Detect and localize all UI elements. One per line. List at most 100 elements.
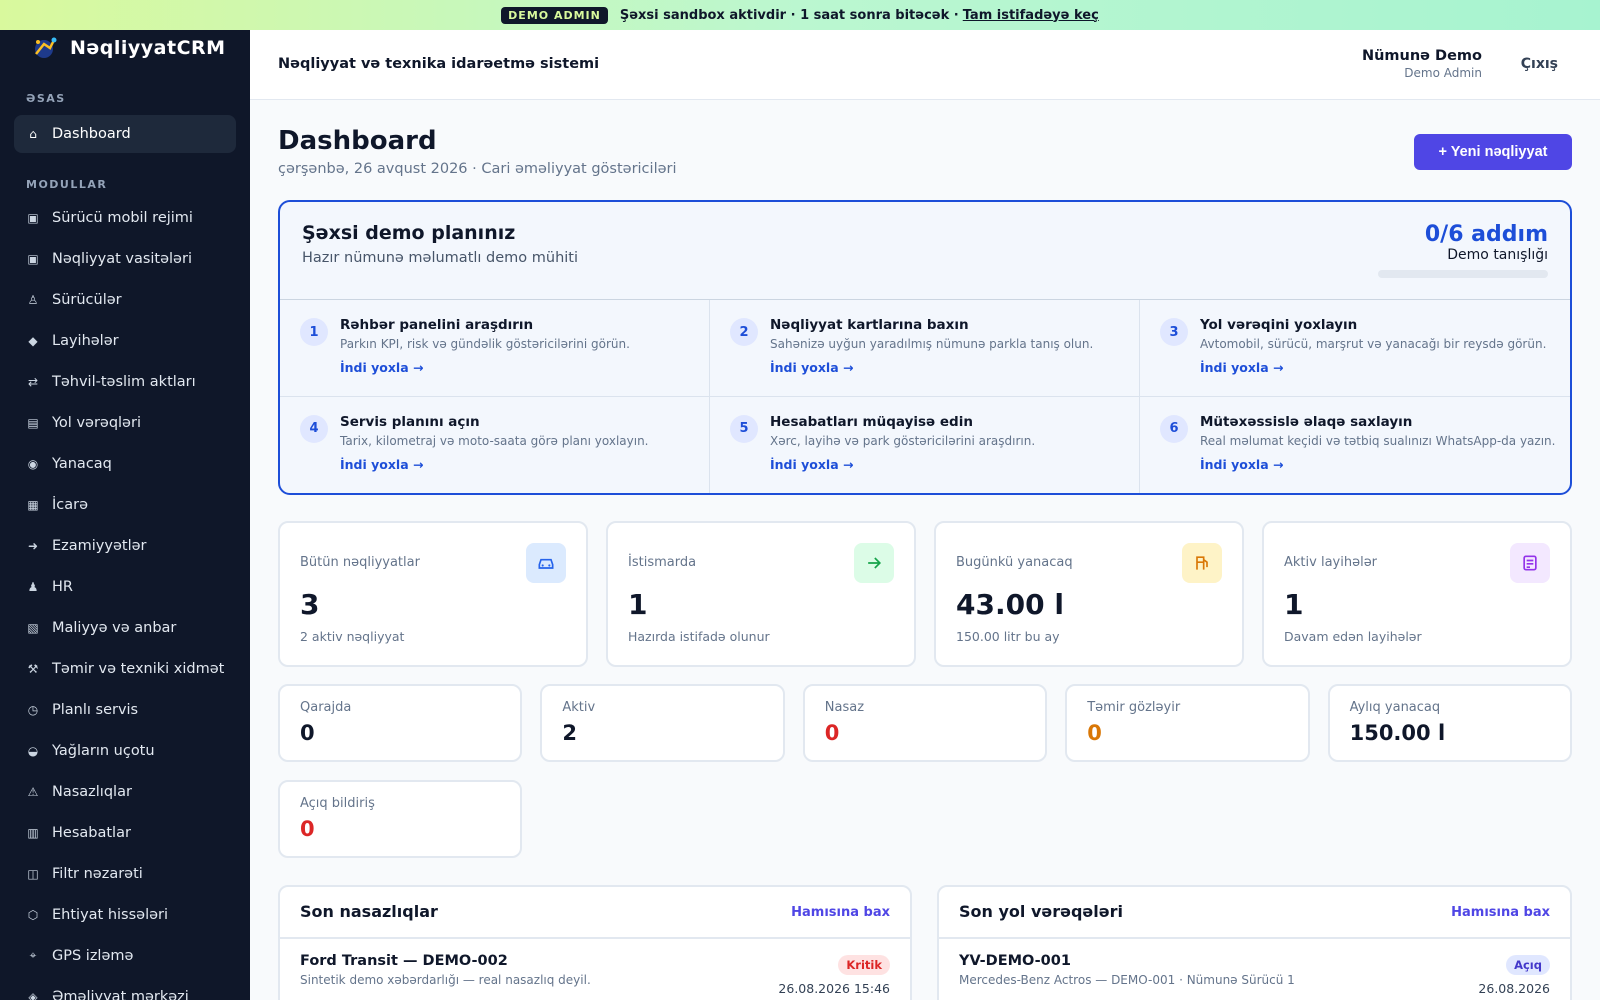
sidebar-item-label: Sürücü mobil rejimi bbox=[52, 209, 193, 226]
sidebar-item-13[interactable]: ◒ Yağların uçotu bbox=[0, 730, 250, 771]
sidebar-item-10[interactable]: ▧ Maliyyə və anbar bbox=[0, 607, 250, 648]
sidebar-item-14[interactable]: ⚠ Nasazlıqlar bbox=[0, 771, 250, 812]
section-modules-label: MODULLAR bbox=[26, 178, 108, 191]
step-description: Real məlumat keçidi və tətbiq sualınızı … bbox=[1200, 433, 1556, 448]
fuel-icon bbox=[1182, 543, 1222, 583]
status-badge: Kritik bbox=[838, 955, 890, 975]
sidebar-item-4[interactable]: ⇄ Təhvil-təslim aktları bbox=[0, 361, 250, 402]
demo-plan-card: Şəxsi demo planınız Hazır nümunə məlumat… bbox=[278, 200, 1572, 495]
sidebar-item-5[interactable]: ▤ Yol vərəqləri bbox=[0, 402, 250, 443]
panel-title: Son yol vərəqələri bbox=[959, 902, 1123, 921]
sidebar-item-label: Yol vərəqləri bbox=[52, 414, 141, 431]
kpi-card-0[interactable]: Bütün nəqliyyatlar 3 2 aktiv nəqliyyat bbox=[278, 521, 588, 667]
recent-faults-panel: Son nasazlıqlar Hamısına bax Ford Transi… bbox=[278, 885, 912, 1000]
step-title: Yol vərəqini yoxlayın bbox=[1200, 317, 1358, 333]
stat-label: Təmir gözləyir bbox=[1087, 700, 1181, 715]
full-access-link[interactable]: Tam istifadəyə keç bbox=[963, 8, 1099, 23]
plan-subtitle: Hazır nümunə məlumatlı demo mühiti bbox=[302, 250, 579, 266]
sidebar-item-7[interactable]: ▦ İcarə bbox=[0, 484, 250, 525]
sidebar-item-1[interactable]: ▣ Nəqliyyat vasitələri bbox=[0, 238, 250, 279]
sidebar-item-11[interactable]: ⚒ Təmir və texniki xidmət bbox=[0, 648, 250, 689]
plan-step-2: 2 Nəqliyyat kartlarına baxın Sahənizə uyğu… bbox=[710, 300, 1140, 397]
kpi-card-2[interactable]: Bugünkü yanacaq 43.00 l 150.00 litr bu ay bbox=[934, 521, 1244, 667]
sidebar-item-18[interactable]: ⌖ GPS izləmə bbox=[0, 935, 250, 976]
plan-step-label: Demo tanışlığı bbox=[1447, 247, 1548, 263]
plan-step-3: 3 Yol vərəqini yoxlayın Avtomobil, sürücü,… bbox=[1140, 300, 1570, 397]
sidebar-item-16[interactable]: ◫ Filtr nəzarəti bbox=[0, 853, 250, 894]
plan-progress-bar bbox=[1378, 270, 1548, 278]
step-check-link[interactable]: İndi yoxla → bbox=[340, 360, 423, 375]
recent-waybills-panel: Son yol vərəqələri Hamısına bax YV-DEMO-… bbox=[937, 885, 1572, 1000]
plan-title: Şəxsi demo planınız bbox=[302, 222, 516, 244]
stat-card-2[interactable]: Nasaz 0 bbox=[802, 684, 1048, 762]
nav-icon: ⚒ bbox=[27, 661, 39, 676]
plan-step-5: 5 Hesabatları müqayisə edin Xərc, layihə v… bbox=[710, 396, 1140, 493]
stat-card-1[interactable]: Aktiv 2 bbox=[540, 684, 785, 762]
stat-card-4[interactable]: Aylıq yanacaq 150.00 l bbox=[1327, 684, 1572, 762]
nav-icon: ⚠ bbox=[27, 784, 39, 799]
step-number: 6 bbox=[1160, 414, 1188, 443]
step-title: Servis planını açın bbox=[340, 413, 480, 430]
stat-open-notifications[interactable]: Açıq bildiriş 0 bbox=[278, 780, 522, 858]
sidebar-item-label: Nasazlıqlar bbox=[52, 783, 132, 800]
sidebar-item-12[interactable]: ◷ Planlı servis bbox=[0, 689, 250, 730]
view-all-waybills-link[interactable]: Hamısına bax bbox=[1451, 905, 1550, 920]
sidebar-item-17[interactable]: ⬡ Ehtiyat hissələri bbox=[0, 894, 250, 935]
sidebar-item-15[interactable]: ▥ Hesabatlar bbox=[0, 812, 250, 853]
stat-label: Nasaz bbox=[824, 700, 865, 715]
sidebar-item-label: Planlı servis bbox=[52, 701, 139, 718]
car-icon bbox=[526, 543, 566, 583]
step-title: Mütəxəssislə əlaqə saxlayın bbox=[1200, 413, 1413, 430]
waybill-date: 26.08.2026 bbox=[1478, 981, 1550, 996]
step-check-link[interactable]: İndi yoxla → bbox=[1200, 360, 1283, 375]
page-title: Dashboard bbox=[278, 126, 437, 156]
nav-icon: ◈ bbox=[28, 989, 38, 1000]
panel-title: Son nasazlıqlar bbox=[300, 902, 438, 921]
list-item[interactable]: Ford Transit — DEMO-002 Sintetik demo xə… bbox=[280, 939, 910, 1000]
sidebar-item-9[interactable]: ♟ HR bbox=[0, 566, 250, 607]
kpi-note: 2 aktiv nəqliyyat bbox=[300, 629, 405, 644]
sidebar-item-8[interactable]: ➜ Ezamiyyətlər bbox=[0, 525, 250, 566]
kpi-card-3[interactable]: Aktiv layihələr 1 Davam edən layihələr bbox=[1262, 521, 1572, 667]
sidebar-item-6[interactable]: ◉ Yanacaq bbox=[0, 443, 250, 484]
nav-icon: ♟ bbox=[27, 579, 39, 594]
sidebar-item-label: GPS izləmə bbox=[52, 947, 134, 964]
sidebar-item-3[interactable]: ◆ Layihələr bbox=[0, 320, 250, 361]
sidebar-item-19[interactable]: ◈ Əməliyyat mərkəzi bbox=[0, 976, 250, 1000]
sidebar-item-label: Təmir və texniki xidmət bbox=[52, 660, 225, 677]
logout-button[interactable]: Çıxış bbox=[1521, 56, 1558, 72]
user-menu[interactable]: Nümunə Demo Demo Admin bbox=[1362, 48, 1482, 80]
fault-date: 26.08.2026 15:46 bbox=[778, 981, 890, 996]
sidebar-item-label: Maliyyə və anbar bbox=[52, 619, 177, 636]
kpi-value: 1 bbox=[1284, 588, 1304, 621]
sidebar-item-label: Sürücülər bbox=[52, 291, 122, 308]
system-title: Nəqliyyat və texnika idarəetmə sistemi bbox=[278, 56, 600, 72]
nav-icon: ⌖ bbox=[29, 948, 37, 962]
sidebar-item-dashboard[interactable]: ⌂ Dashboard bbox=[14, 115, 236, 153]
main-content: Dashboard çərşənbə, 26 avqust 2026 · Car… bbox=[250, 100, 1600, 1000]
step-check-link[interactable]: İndi yoxla → bbox=[770, 457, 853, 472]
nav-icon: ▧ bbox=[27, 620, 39, 635]
status-stats: Qarajda 0 Aktiv 2 Nasaz 0 Təmir gözləyir 0 Aylıq… bbox=[278, 684, 1572, 762]
step-check-link[interactable]: İndi yoxla → bbox=[340, 457, 423, 472]
brand[interactable]: NəqliyyatCRM bbox=[0, 30, 250, 62]
stat-value: 150.00 l bbox=[1349, 721, 1446, 745]
status-badge: Açıq bbox=[1506, 955, 1550, 975]
sidebar-item-label: Yağların uçotu bbox=[52, 742, 155, 759]
kpi-card-1[interactable]: İstismarda 1 Hazırda istifadə olunur bbox=[606, 521, 916, 667]
plan-steps: 1 Rəhbər panelini araşdırın Parkın KPI, ri… bbox=[280, 299, 1570, 493]
step-check-link[interactable]: İndi yoxla → bbox=[1200, 457, 1283, 472]
sidebar-item-label: Əməliyyat mərkəzi bbox=[52, 988, 189, 1000]
step-check-link[interactable]: İndi yoxla → bbox=[770, 360, 853, 375]
list-item[interactable]: YV-DEMO-001 Mercedes-Benz Actros — DEMO-… bbox=[939, 939, 1570, 1000]
step-number: 1 bbox=[300, 318, 328, 346]
stat-card-3[interactable]: Təmir gözləyir 0 bbox=[1065, 684, 1310, 762]
sidebar-item-0[interactable]: ▣ Sürücü mobil rejimi bbox=[0, 197, 250, 238]
stat-card-0[interactable]: Qarajda 0 bbox=[278, 684, 523, 762]
sidebar-item-label: İcarə bbox=[52, 496, 89, 513]
view-all-faults-link[interactable]: Hamısına bax bbox=[791, 905, 890, 920]
new-vehicle-button[interactable]: + Yeni nəqliyyat bbox=[1414, 134, 1572, 170]
sidebar-item-label: Təhvil-təslim aktları bbox=[52, 373, 196, 390]
step-description: Avtomobil, sürücü, marşrut və yanacağı b… bbox=[1200, 337, 1547, 351]
sidebar-item-2[interactable]: ♙ Sürücülər bbox=[0, 279, 250, 320]
